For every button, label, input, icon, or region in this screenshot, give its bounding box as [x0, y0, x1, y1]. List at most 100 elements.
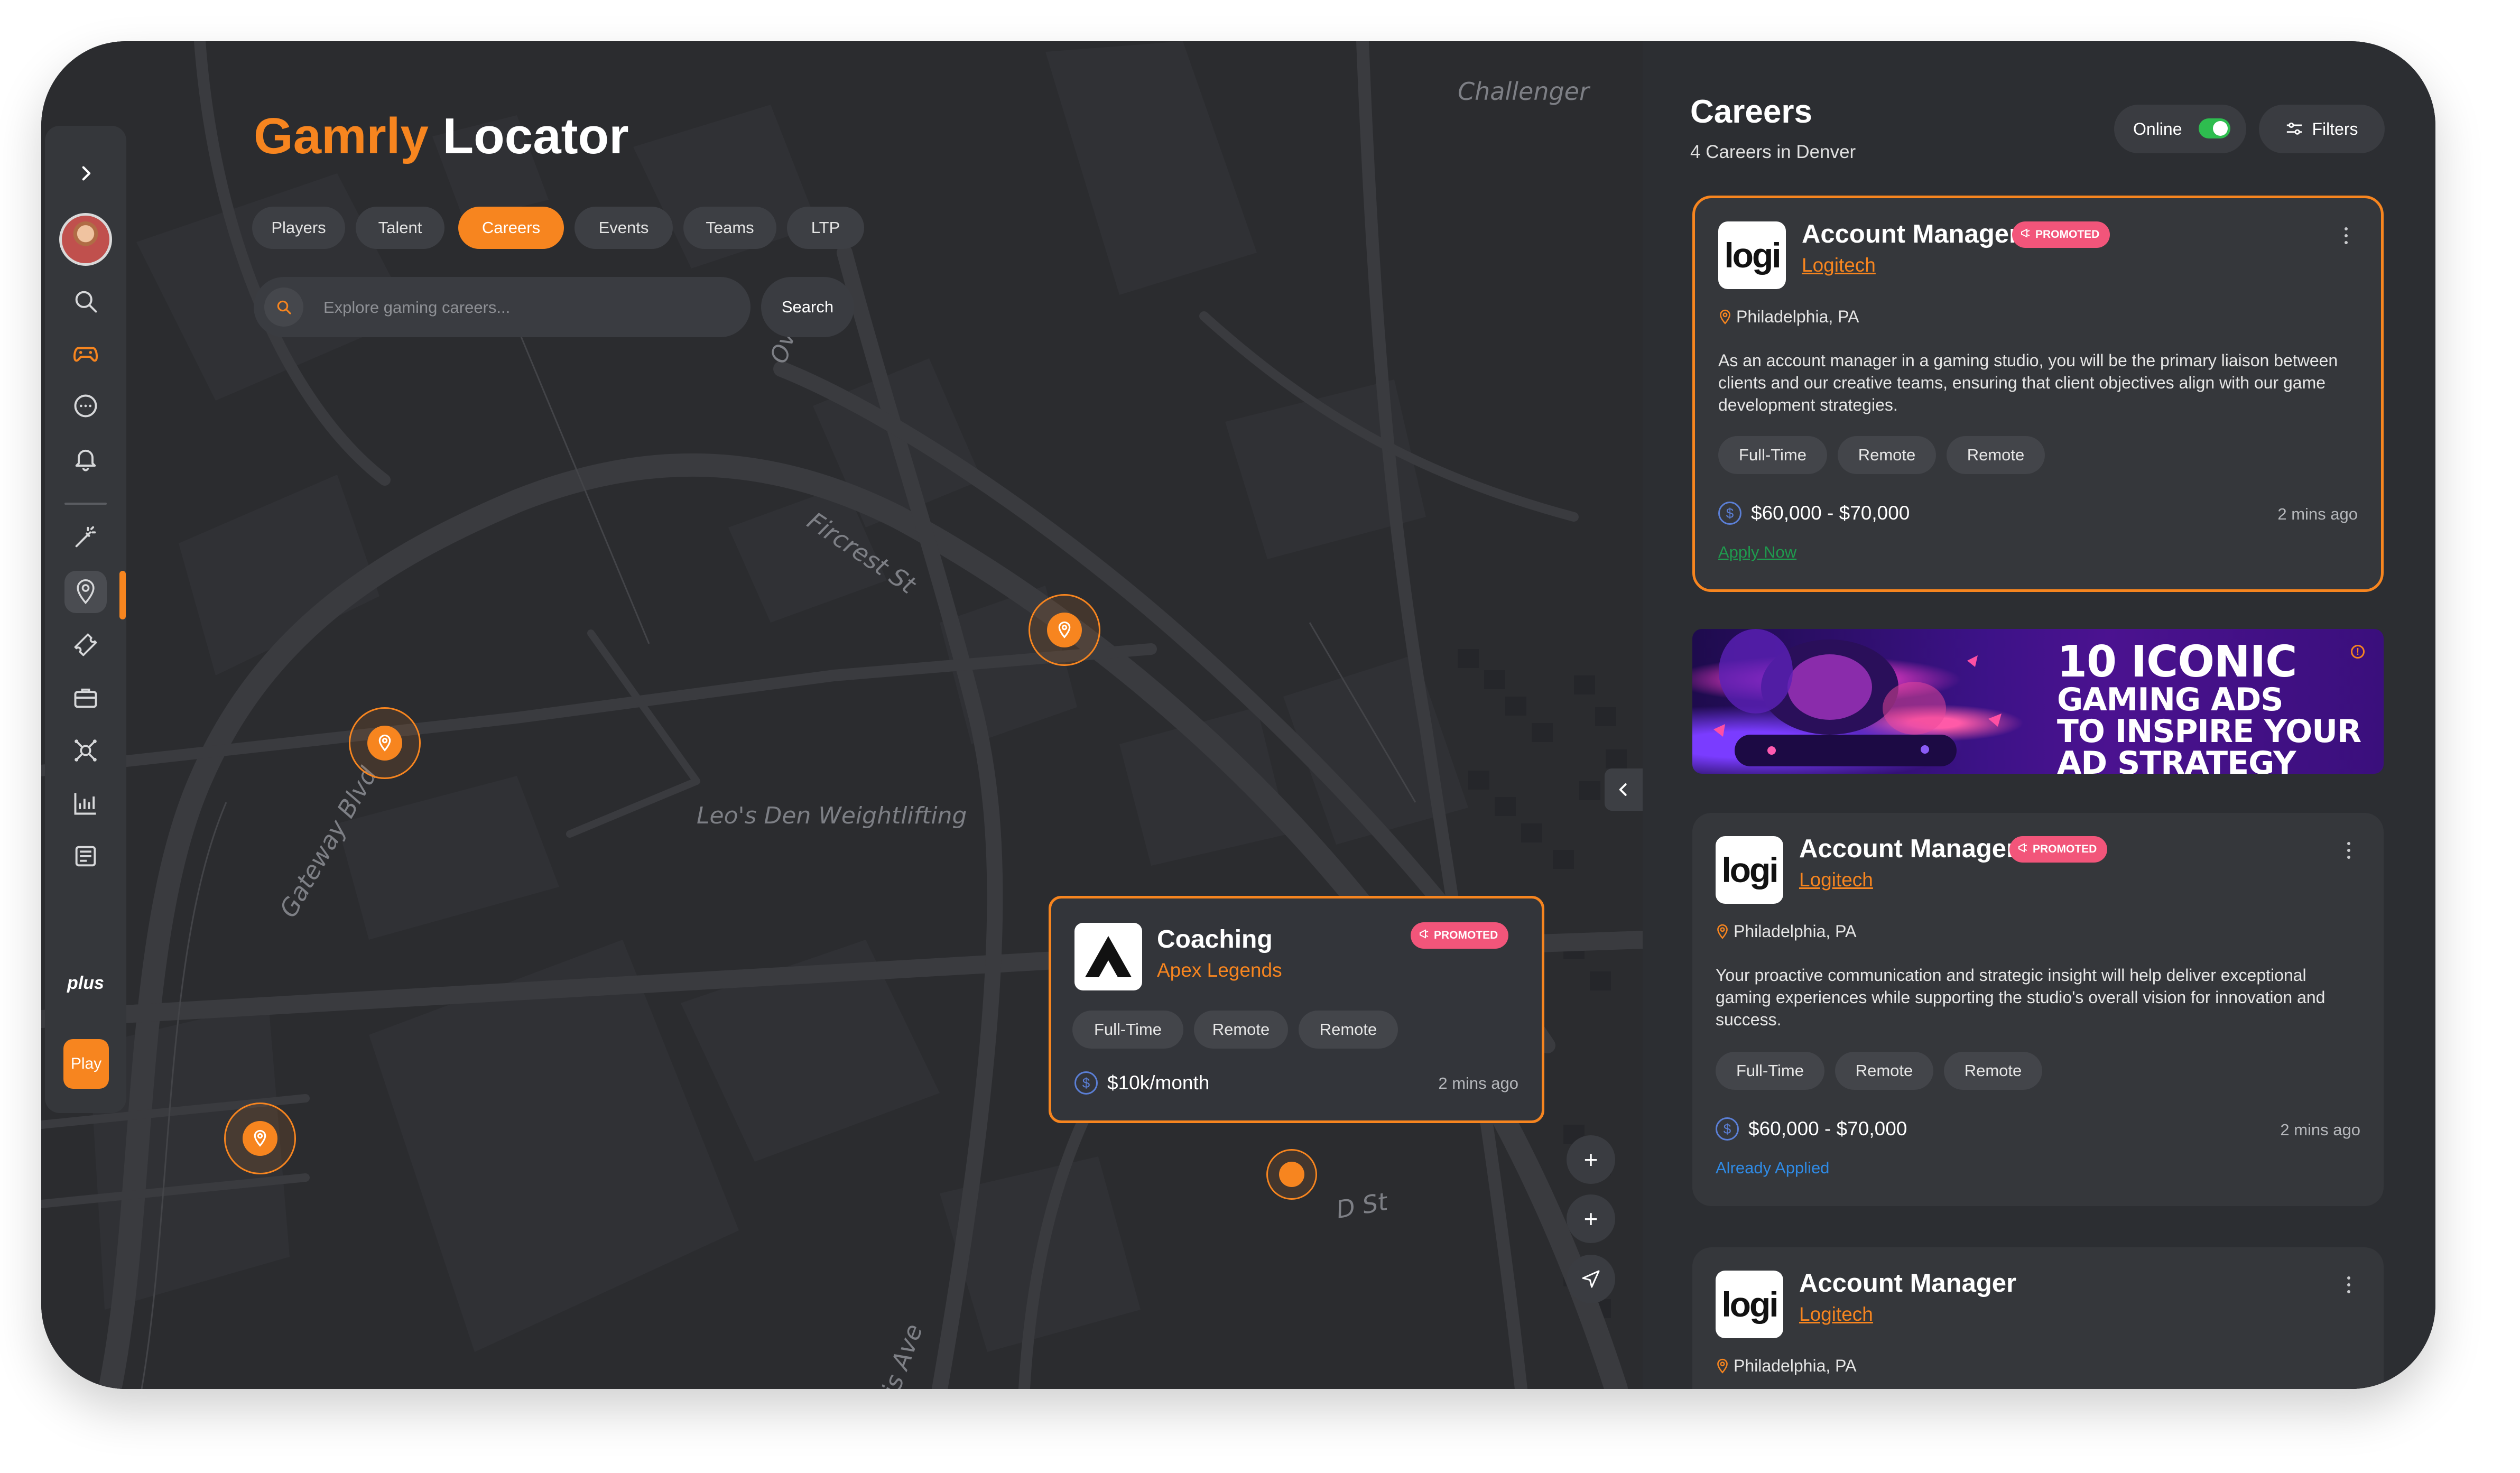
job-title: Account Manager	[1802, 220, 2019, 248]
dollar-icon: $	[1718, 502, 1741, 525]
popup-company[interactable]: Apex Legends	[1157, 959, 1282, 981]
company-link[interactable]: Logitech	[1802, 254, 1876, 276]
more-options-icon[interactable]	[2341, 223, 2351, 249]
sidebar-item-careers[interactable]	[64, 677, 107, 719]
map-job-popup[interactable]: Coaching Apex Legends PROMOTED Full-Time…	[1049, 896, 1544, 1123]
more-options-icon[interactable]	[2343, 837, 2354, 864]
location-icon	[77, 579, 95, 605]
map-view[interactable]: Challenger Overla Fircrest St Gateway Bl…	[41, 41, 1643, 1389]
promoted-label: PROMOTED	[2035, 228, 2100, 240]
apply-now-link[interactable]: Apply Now	[1718, 543, 1796, 562]
company-link[interactable]: Logitech	[1799, 1303, 1873, 1326]
tab-talent[interactable]: Talent	[356, 207, 444, 249]
sidebar-item-tickets[interactable]	[64, 624, 107, 666]
job-card[interactable]: logi Account Manager PROMOTED Logitech P…	[1692, 813, 2384, 1206]
sidebar-item-notifications[interactable]	[64, 438, 107, 480]
job-tag: Full-Time	[1716, 1052, 1824, 1090]
tab-teams[interactable]: Teams	[683, 207, 776, 249]
more-options-icon[interactable]	[2343, 1272, 2354, 1298]
sidebar-item-tools[interactable]	[64, 516, 107, 558]
sidebar-item-messages[interactable]	[64, 385, 107, 427]
sliders-icon	[2287, 122, 2302, 135]
popup-job-title: Coaching	[1157, 925, 1273, 953]
play-button[interactable]: Play	[63, 1039, 109, 1089]
sidebar-item-locator[interactable]	[64, 571, 107, 613]
locate-me-button[interactable]	[1567, 1255, 1615, 1303]
current-location-pin[interactable]	[1266, 1149, 1317, 1200]
job-tag: Remote	[1299, 1011, 1398, 1049]
chart-icon	[74, 793, 96, 815]
sidebar-expand-button[interactable]	[59, 147, 112, 200]
plus-logo[interactable]: plus	[55, 973, 116, 994]
zoom-in-button[interactable]: +	[1567, 1135, 1615, 1184]
sidebar-item-news[interactable]	[64, 835, 107, 877]
map-pin-icon	[367, 726, 402, 761]
job-location-text: Philadelphia, PA	[1734, 1356, 1857, 1375]
tab-players[interactable]: Players	[252, 207, 345, 249]
avatar[interactable]	[59, 213, 112, 266]
online-switch[interactable]	[2199, 118, 2230, 138]
panel-subtitle: 4 Careers in Denver	[1690, 142, 1856, 162]
map-label-leos-den: Leo's Den Weightlifting	[697, 802, 967, 829]
promoted-label: PROMOTED	[1434, 929, 1498, 941]
job-title: Account Manager	[1799, 835, 2017, 863]
page-title: Gamrly Locator	[254, 107, 629, 165]
job-description: Your proactive communication and strateg…	[1716, 966, 2326, 1029]
brand-name: Gamrly	[254, 108, 429, 164]
company-link[interactable]: Logitech	[1799, 869, 1873, 891]
job-card[interactable]: logi Account Manager PROMOTED Logitech P…	[1692, 196, 2384, 592]
company-logo: logi	[1718, 221, 1786, 289]
sidebar-active-indicator	[119, 571, 126, 619]
tab-ltp[interactable]: LTP	[787, 207, 864, 249]
filters-label: Filters	[2312, 119, 2358, 138]
zoom-out-button[interactable]: +	[1567, 1194, 1615, 1243]
job-tag: Remote	[1835, 1052, 1933, 1090]
panel-collapse-button[interactable]	[1605, 768, 1643, 811]
megaphone-icon	[1419, 929, 1430, 942]
already-applied-link[interactable]: Already Applied	[1716, 1159, 1829, 1178]
job-salary: $ $60,000 - $70,000	[1718, 502, 1910, 525]
tab-events[interactable]: Events	[575, 207, 673, 249]
map-pin[interactable]	[349, 707, 421, 779]
job-location: Philadelphia, PA	[1716, 1356, 1856, 1376]
job-location: Philadelphia, PA	[1716, 922, 1856, 941]
job-tag: Full-Time	[1072, 1011, 1183, 1049]
sidebar-item-analytics[interactable]	[64, 782, 107, 824]
job-tag: Remote	[1194, 1011, 1288, 1049]
promoted-badge: PROMOTED	[1411, 922, 1509, 949]
megaphone-icon	[2018, 843, 2028, 856]
location-icon	[1720, 309, 1730, 325]
sidebar-item-search[interactable]	[64, 280, 107, 322]
chat-icon	[74, 394, 97, 418]
tab-careers[interactable]: Careers	[458, 207, 564, 249]
dollar-icon: $	[1074, 1071, 1098, 1095]
bell-icon	[75, 449, 96, 471]
filters-button[interactable]: Filters	[2259, 105, 2385, 153]
ad-banner[interactable]: 10 ICONIC GAMING ADS TO INSPIRE YOUR AD …	[1692, 629, 2384, 774]
dollar-icon: $	[1716, 1117, 1739, 1141]
sidebar-item-games[interactable]	[64, 332, 107, 374]
popup-time-ago: 2 mins ago	[1438, 1074, 1518, 1092]
map-label-challenger: Challenger	[1458, 77, 1589, 106]
ad-info-icon[interactable]: !	[2351, 645, 2365, 659]
sidebar-item-network[interactable]	[64, 729, 107, 772]
current-location-dot	[1279, 1162, 1304, 1187]
map-pin[interactable]	[224, 1103, 296, 1174]
job-salary-value: $60,000 - $70,000	[1751, 502, 1910, 524]
gaming-headset-illustration	[1713, 629, 2002, 766]
job-salary-value: $60,000 - $70,000	[1748, 1118, 1907, 1140]
gamepad-icon	[73, 347, 98, 362]
job-card[interactable]: logi Account Manager Logitech Philadelph…	[1692, 1247, 2384, 1389]
job-tag: Full-Time	[1718, 436, 1827, 474]
job-location-text: Philadelphia, PA	[1736, 307, 1859, 326]
search-button[interactable]: Search	[761, 277, 854, 337]
job-location-text: Philadelphia, PA	[1734, 922, 1857, 941]
panel-title: Careers	[1690, 94, 1812, 130]
sidebar: plus Play	[45, 126, 126, 1113]
online-toggle[interactable]: Online	[2114, 105, 2246, 153]
search-input[interactable]	[322, 277, 737, 338]
job-time-ago: 2 mins ago	[2280, 1120, 2360, 1139]
map-pin-icon	[1047, 613, 1082, 647]
job-salary: $ $60,000 - $70,000	[1716, 1117, 1907, 1141]
map-pin[interactable]	[1029, 594, 1100, 666]
